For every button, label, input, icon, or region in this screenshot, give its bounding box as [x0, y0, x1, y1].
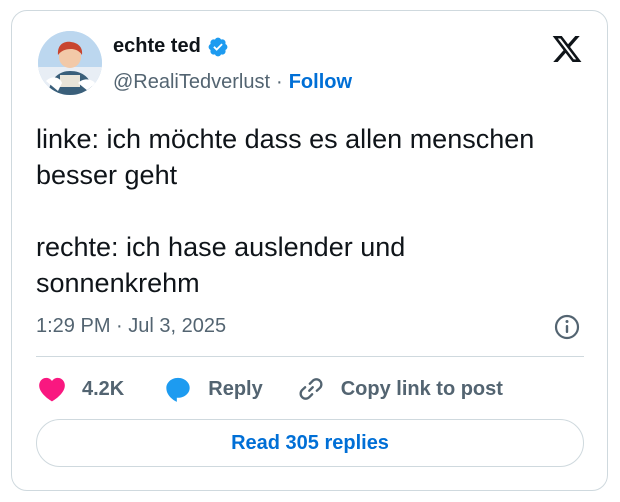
author-handle[interactable]: @RealiTedverlust	[113, 71, 270, 94]
read-replies-button[interactable]: Read 305 replies	[36, 419, 584, 467]
heart-icon	[38, 376, 66, 402]
x-logo-icon[interactable]	[550, 33, 584, 65]
reply-label: Reply	[208, 377, 263, 400]
reply-button[interactable]: Reply	[164, 375, 263, 403]
avatar-image	[38, 31, 102, 95]
author-name[interactable]: echte ted	[113, 35, 201, 58]
like-count: 4.2K	[82, 377, 125, 400]
like-button[interactable]: 4.2K	[38, 376, 124, 402]
author-name-row: echte ted	[113, 35, 229, 58]
verified-badge-icon	[207, 36, 229, 58]
tweet-card: echte ted @RealiTedverlust · Follow link…	[11, 10, 608, 491]
action-bar: 4.2K Reply Copy link to post	[38, 373, 503, 405]
handle-separator: ·	[276, 71, 283, 93]
speech-bubble-icon	[164, 375, 192, 403]
read-replies-label: Read 305 replies	[231, 431, 389, 454]
link-icon	[297, 375, 325, 403]
copy-link-label: Copy link to post	[340, 377, 503, 400]
author-handle-row: @RealiTedverlust · Follow	[113, 71, 352, 94]
follow-button[interactable]: Follow	[289, 71, 352, 94]
tweet-text: linke: ich möchte dass es allen menschen…	[36, 124, 535, 298]
info-icon[interactable]	[553, 313, 581, 341]
copy-link-button[interactable]: Copy link to post	[297, 375, 503, 403]
tweet-timestamp[interactable]: 1:29 PM · Jul 3, 2025	[36, 315, 226, 338]
divider	[36, 356, 584, 357]
avatar[interactable]	[38, 31, 102, 95]
